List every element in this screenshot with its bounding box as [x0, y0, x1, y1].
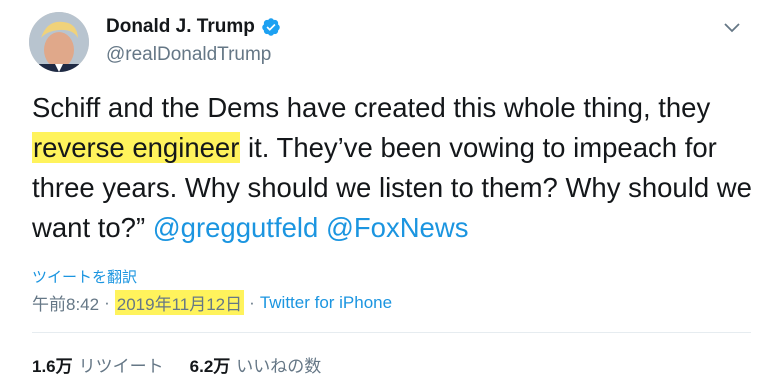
likes-count: 6.2万: [189, 357, 231, 376]
likes-stat[interactable]: 6.2万 いいねの数: [190, 352, 322, 377]
mention-link[interactable]: @greggutfeld: [153, 212, 319, 243]
divider: [32, 332, 751, 333]
meta-separator: ·: [249, 292, 255, 312]
tweet-time[interactable]: 午前8:42: [32, 290, 99, 315]
author-block: Donald J. Trump @realDonaldTrump: [106, 14, 281, 66]
name-row: Donald J. Trump: [106, 14, 281, 40]
retweets-count: 1.6万: [32, 357, 73, 376]
tweet-card: Donald J. Trump @realDonaldTrump Schiff …: [0, 0, 771, 392]
tweet-text-part: Schiff and the Dems have created this wh…: [32, 92, 711, 123]
tweet-stats: 1.6万 リツイート 6.2万 いいねの数: [32, 352, 321, 377]
display-name[interactable]: Donald J. Trump: [106, 16, 255, 38]
likes-label: いいねの数: [236, 357, 322, 376]
retweets-stat[interactable]: 1.6万 リツイート: [32, 352, 164, 377]
translate-link[interactable]: ツイートを翻訳: [32, 266, 137, 287]
tweet-date[interactable]: 2019年11月12日: [114, 290, 245, 315]
tweet-text: Schiff and the Dems have created this wh…: [32, 88, 757, 248]
chevron-down-icon[interactable]: [721, 16, 743, 38]
handle[interactable]: @realDonaldTrump: [106, 44, 281, 66]
retweets-label: リツイート: [78, 357, 164, 376]
mention-link[interactable]: @FoxNews: [326, 212, 469, 243]
avatar[interactable]: [29, 12, 89, 72]
tweet-source-link[interactable]: Twitter for iPhone: [260, 293, 392, 313]
meta-separator: ·: [104, 292, 110, 312]
verified-badge-icon: [261, 17, 281, 37]
avatar-image: [29, 12, 89, 72]
tweet-meta: 午前8:42 · 2019年11月12日 · Twitter for iPhon…: [32, 290, 392, 315]
highlighted-text: reverse engineer: [32, 132, 241, 163]
